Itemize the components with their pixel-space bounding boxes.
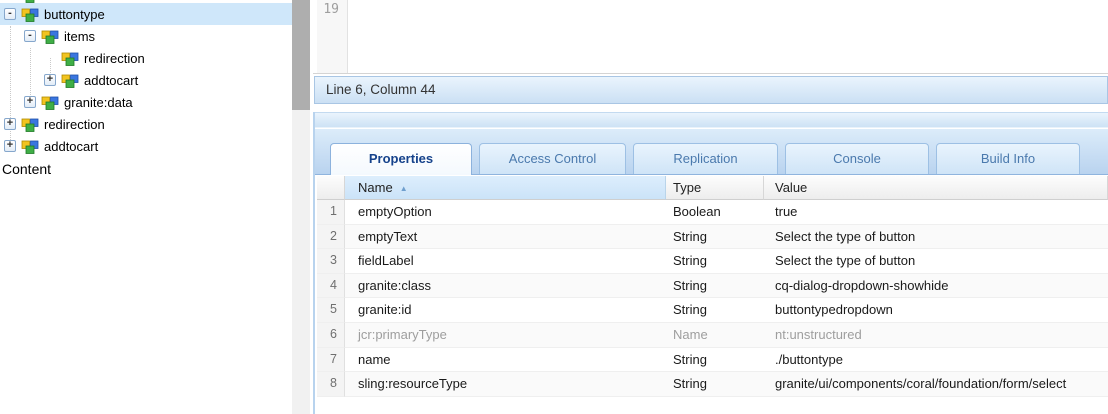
tree-node-label: granite:data: [64, 94, 133, 110]
cell-property-name[interactable]: granite:id: [345, 298, 666, 323]
properties-grid: Name ▲ Type Value 1 emptyOption Boolean t…: [317, 176, 1108, 397]
cell-property-type[interactable]: String: [666, 274, 764, 299]
cell-property-value[interactable]: Select the type of button: [764, 249, 1108, 274]
row-number: 7: [317, 347, 345, 373]
column-header-value[interactable]: Value: [764, 176, 1108, 200]
grid-header-row: Name ▲ Type Value: [317, 176, 1108, 200]
tree-node-label: redirection: [44, 116, 105, 132]
expand-icon[interactable]: +: [44, 74, 56, 86]
cursor-position-text: Line 6, Column 44: [326, 82, 436, 97]
row-number-column-header: [317, 176, 345, 200]
cell-property-name[interactable]: fieldLabel: [345, 249, 666, 274]
tab-properties[interactable]: Properties: [330, 143, 472, 175]
cell-property-value: nt:unstructured: [764, 323, 1108, 348]
node-icon: [21, 138, 39, 154]
node-icon: [21, 6, 39, 22]
cell-property-name[interactable]: emptyText: [345, 225, 666, 250]
collapse-icon[interactable]: -: [24, 30, 36, 42]
properties-panel: Properties Access Control Replication Co…: [313, 112, 1108, 414]
cell-property-type[interactable]: Boolean: [666, 200, 764, 225]
column-header-label: Type: [673, 180, 702, 195]
tree-scrollbar-thumb[interactable]: [292, 0, 310, 110]
node-icon: [61, 50, 79, 66]
row-number: 5: [317, 298, 345, 323]
cell-property-name: jcr:primaryType: [345, 323, 666, 348]
row-number: 1: [317, 200, 345, 225]
cell-property-value[interactable]: Select the type of button: [764, 225, 1108, 250]
cell-property-type[interactable]: String: [666, 348, 764, 373]
tree-node-redirection[interactable]: + redirection: [0, 113, 292, 135]
tree-node-addtocart-child[interactable]: + addtocart: [0, 69, 292, 91]
cell-property-value[interactable]: true: [764, 200, 1108, 225]
cell-property-type[interactable]: String: [666, 372, 764, 397]
table-row[interactable]: 2 emptyText String Select the type of bu…: [317, 224, 1108, 250]
expander-placeholder: [44, 52, 56, 64]
cell-property-name[interactable]: granite:class: [345, 274, 666, 299]
line-number: 19: [323, 2, 339, 17]
cell-property-type: Name: [666, 323, 764, 348]
column-header-label: Value: [775, 180, 808, 195]
tab-replication[interactable]: Replication: [633, 143, 778, 174]
sort-ascending-icon: ▲: [399, 184, 408, 193]
tree-node-buttontype[interactable]: - buttontype: [0, 3, 292, 25]
cell-property-name[interactable]: emptyOption: [345, 200, 666, 225]
tab-access-control[interactable]: Access Control: [479, 143, 626, 174]
table-row[interactable]: 5 granite:id String buttontypedropdown: [317, 298, 1108, 323]
expand-icon[interactable]: +: [4, 118, 16, 130]
tree-node-label: addtocart: [84, 72, 139, 88]
cell-property-value[interactable]: cq-dialog-dropdown-showhide: [764, 274, 1108, 299]
editor-text-area[interactable]: [349, 0, 1108, 73]
editor-status-bar: Line 6, Column 44: [314, 76, 1108, 104]
column-header-label: Name: [358, 180, 393, 195]
row-number: 3: [317, 249, 345, 274]
table-row[interactable]: 1 emptyOption Boolean true: [317, 200, 1108, 225]
row-number: 8: [317, 372, 345, 397]
column-header-name[interactable]: Name ▲: [345, 176, 666, 200]
cell-property-value[interactable]: granite/ui/components/coral/foundation/f…: [764, 372, 1108, 397]
tab-build-info[interactable]: Build Info: [936, 143, 1080, 174]
tree-scrollbar-track[interactable]: [292, 0, 310, 414]
tree-node-label: buttontype: [44, 6, 105, 22]
node-icon: [41, 94, 59, 110]
collapse-icon[interactable]: -: [4, 8, 16, 20]
tree-node-label: items: [64, 28, 96, 44]
cell-property-value[interactable]: ./buttontype: [764, 348, 1108, 373]
row-number: 2: [317, 224, 345, 250]
column-header-type[interactable]: Type: [666, 176, 764, 200]
table-row-protected[interactable]: 6 jcr:primaryType Name nt:unstructured: [317, 322, 1108, 348]
editor-line-gutter: 19: [317, 0, 348, 73]
expand-icon[interactable]: +: [4, 140, 16, 152]
tree-node-redirection-child[interactable]: redirection: [0, 47, 292, 69]
expand-icon[interactable]: +: [24, 96, 36, 108]
tree-node-addtocart[interactable]: + addtocart: [0, 135, 292, 157]
cell-property-name[interactable]: sling:resourceType: [345, 372, 666, 397]
tab-console[interactable]: Console: [785, 143, 929, 174]
cell-property-value[interactable]: buttontypedropdown: [764, 298, 1108, 323]
row-number: 6: [317, 322, 345, 348]
table-row[interactable]: 8 sling:resourceType String granite/ui/c…: [317, 372, 1108, 397]
repository-tree-panel: - buttontype - items redirection + addto…: [0, 0, 292, 414]
table-row[interactable]: 3 fieldLabel String Select the type of b…: [317, 249, 1108, 274]
tree-node-granite-data[interactable]: + granite:data: [0, 91, 292, 113]
tree-node-label: addtocart: [44, 138, 99, 154]
row-number: 4: [317, 273, 345, 299]
cell-property-type[interactable]: String: [666, 249, 764, 274]
table-row[interactable]: 7 name String ./buttontype: [317, 347, 1108, 373]
cell-property-name[interactable]: name: [345, 348, 666, 373]
node-icon: [41, 28, 59, 44]
tree-node-items[interactable]: - items: [0, 25, 292, 47]
tab-strip: Properties Access Control Replication Co…: [315, 129, 1108, 175]
cell-property-type[interactable]: String: [666, 298, 764, 323]
code-editor-pane: 19: [313, 0, 1108, 74]
panel-toolbar: [315, 112, 1108, 128]
node-icon: [21, 116, 39, 132]
cell-property-type[interactable]: String: [666, 225, 764, 250]
node-icon: [61, 72, 79, 88]
content-label: Content: [2, 161, 52, 177]
tree-node-label: redirection: [84, 50, 145, 66]
table-row[interactable]: 4 granite:class String cq-dialog-dropdow…: [317, 273, 1108, 299]
